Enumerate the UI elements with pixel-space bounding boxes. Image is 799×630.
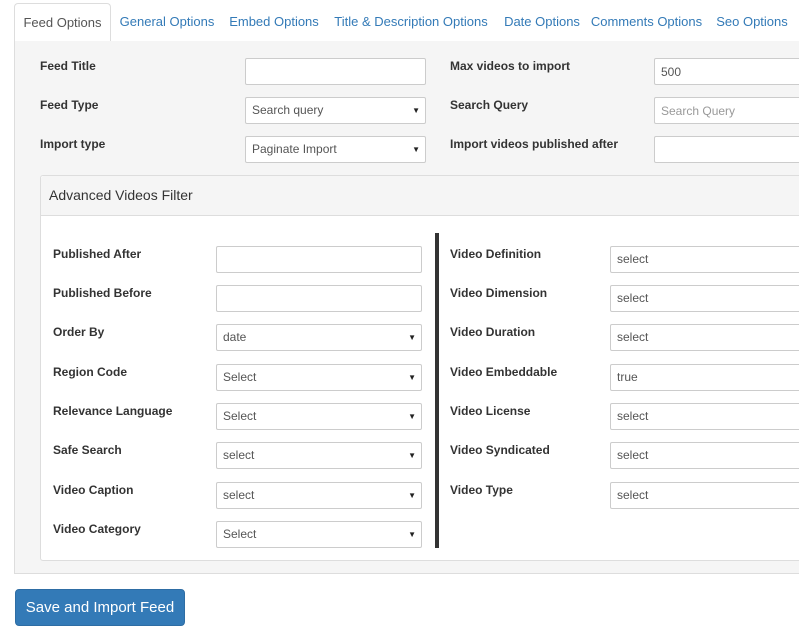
tab-embed-options[interactable]: Embed Options xyxy=(223,3,325,42)
video-type-value: select xyxy=(617,488,649,502)
feed-type-value: Search query xyxy=(252,103,324,117)
chevron-down-icon: ▼ xyxy=(408,451,416,460)
search-query-label: Search Query xyxy=(450,98,529,112)
tab-general-options[interactable]: General Options xyxy=(111,3,223,42)
video-caption-select[interactable]: select ▼ xyxy=(216,482,422,509)
video-type-label: Video Type xyxy=(450,483,513,497)
video-category-select[interactable]: Select ▼ xyxy=(216,521,422,548)
published-before-input[interactable] xyxy=(216,285,422,312)
feed-type-label: Feed Type xyxy=(40,98,99,112)
feed-title-label: Feed Title xyxy=(40,59,96,73)
max-videos-input[interactable] xyxy=(654,58,799,85)
tab-feed-options[interactable]: Feed Options xyxy=(14,3,111,42)
video-category-label: Video Category xyxy=(53,522,141,536)
chevron-down-icon: ▼ xyxy=(408,491,416,500)
video-category-value: Select xyxy=(223,527,257,541)
video-dimension-value: select xyxy=(617,291,649,305)
video-definition-select[interactable]: select xyxy=(610,246,799,273)
save-and-import-feed-button[interactable]: Save and Import Feed xyxy=(15,589,185,626)
tab-date-options[interactable]: Date Options xyxy=(497,3,587,42)
video-license-label: Video License xyxy=(450,404,531,418)
relevance-language-select[interactable]: Select ▼ xyxy=(216,403,422,430)
safe-search-label: Safe Search xyxy=(53,443,122,457)
video-license-select[interactable]: select xyxy=(610,403,799,430)
region-code-label: Region Code xyxy=(53,365,127,379)
published-before-label: Published Before xyxy=(53,286,152,300)
video-license-value: select xyxy=(617,409,649,423)
video-duration-label: Video Duration xyxy=(450,325,536,339)
chevron-down-icon: ▼ xyxy=(408,373,416,382)
import-published-after-label: Import videos published after xyxy=(450,137,619,151)
tab-seo-options[interactable]: Seo Options xyxy=(706,3,798,42)
advanced-filter-header: Advanced Videos Filter xyxy=(41,176,799,216)
order-by-select[interactable]: date ▼ xyxy=(216,324,422,351)
video-definition-label: Video Definition xyxy=(450,247,542,261)
video-syndicated-value: select xyxy=(617,448,649,462)
region-code-value: Select xyxy=(223,370,257,384)
max-videos-label: Max videos to import xyxy=(450,59,571,73)
chevron-down-icon: ▼ xyxy=(408,412,416,421)
search-query-input[interactable] xyxy=(654,97,799,124)
chevron-down-icon: ▼ xyxy=(412,106,420,115)
tab-title-description-options[interactable]: Title & Description Options xyxy=(325,3,497,42)
feed-type-select[interactable]: Search query ▼ xyxy=(245,97,426,124)
published-after-input[interactable] xyxy=(216,246,422,273)
video-duration-select[interactable]: select xyxy=(610,324,799,351)
import-published-after-input[interactable] xyxy=(654,136,799,163)
video-definition-value: select xyxy=(617,252,649,266)
import-type-label: Import type xyxy=(40,137,106,151)
chevron-down-icon: ▼ xyxy=(412,145,420,154)
import-type-select[interactable]: Paginate Import ▼ xyxy=(245,136,426,163)
chevron-down-icon: ▼ xyxy=(408,530,416,539)
relevance-language-label: Relevance Language xyxy=(53,404,173,418)
video-caption-label: Video Caption xyxy=(53,483,134,497)
video-dimension-label: Video Dimension xyxy=(450,286,548,300)
advanced-filter-title: Advanced Videos Filter xyxy=(49,187,193,203)
feed-title-input[interactable] xyxy=(245,58,426,85)
video-dimension-select[interactable]: select xyxy=(610,285,799,312)
order-by-value: date xyxy=(223,330,247,344)
region-code-select[interactable]: Select ▼ xyxy=(216,364,422,391)
tab-comments-options[interactable]: Comments Options xyxy=(587,3,706,42)
video-embeddable-value: true xyxy=(617,370,638,384)
video-syndicated-label: Video Syndicated xyxy=(450,443,550,457)
relevance-language-value: Select xyxy=(223,409,257,423)
column-divider xyxy=(435,233,439,548)
video-embeddable-label: Video Embeddable xyxy=(450,365,558,379)
video-type-select[interactable]: select xyxy=(610,482,799,509)
video-duration-value: select xyxy=(617,330,649,344)
video-syndicated-select[interactable]: select xyxy=(610,442,799,469)
order-by-label: Order By xyxy=(53,325,105,339)
video-caption-value: select xyxy=(223,488,255,502)
safe-search-value: select xyxy=(223,448,255,462)
tab-bar: Feed Options General Options Embed Optio… xyxy=(14,0,799,42)
safe-search-select[interactable]: select ▼ xyxy=(216,442,422,469)
import-type-value: Paginate Import xyxy=(252,142,337,156)
video-embeddable-select[interactable]: true xyxy=(610,364,799,391)
chevron-down-icon: ▼ xyxy=(408,333,416,342)
published-after-label: Published After xyxy=(53,247,142,261)
